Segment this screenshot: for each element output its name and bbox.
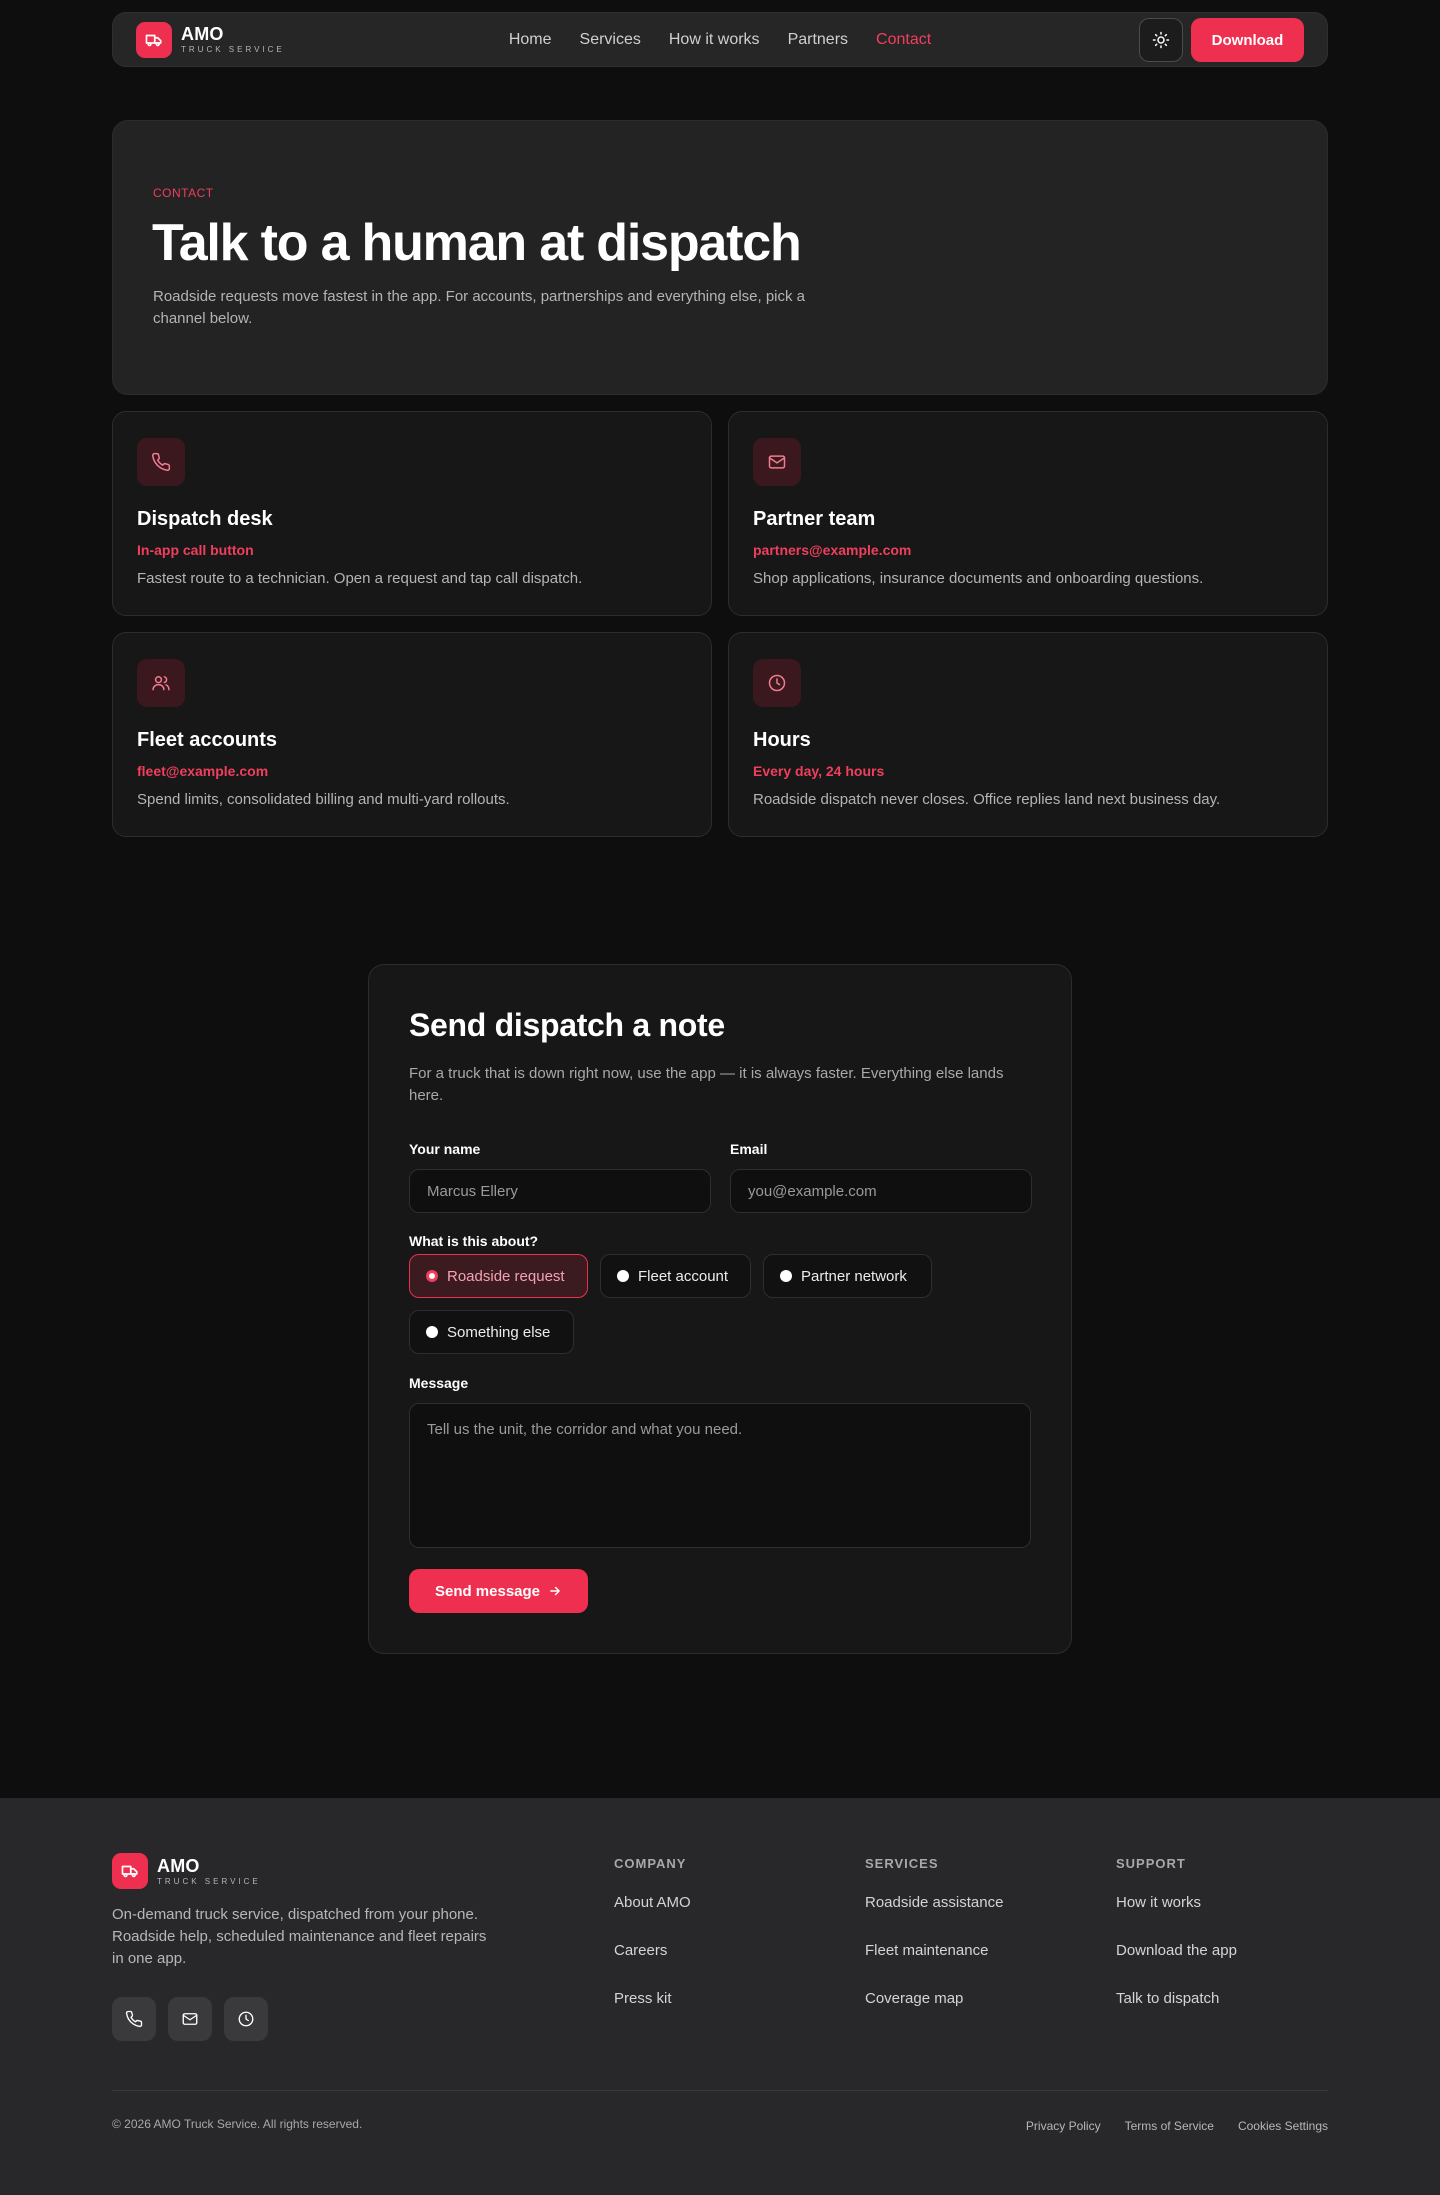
- topic-option-label: Something else: [447, 1323, 551, 1341]
- hero-eyebrow: CONTACT: [153, 186, 214, 200]
- nav-link-partners[interactable]: Partners: [788, 31, 848, 49]
- footer-clock-button[interactable]: [224, 1997, 268, 2041]
- footer-phone-button[interactable]: [112, 1997, 156, 2041]
- card-accent: In-app call button: [137, 542, 254, 558]
- hero-section: CONTACT Talk to a human at dispatch Road…: [112, 120, 1328, 395]
- channel-card-dispatch-desk: Dispatch desk In-app call button Fastest…: [112, 411, 712, 616]
- footer-link[interactable]: How it works: [1116, 1894, 1237, 1912]
- footer-column-company: COMPANY About AMO Careers Press kit: [614, 1856, 691, 2038]
- card-description: Shop applications, insurance documents a…: [753, 570, 1204, 587]
- clock-icon: [753, 659, 801, 707]
- radio-icon: [780, 1270, 792, 1282]
- footer-column-heading: SERVICES: [865, 1856, 939, 1871]
- nav-link-home[interactable]: Home: [509, 31, 552, 49]
- name-label: Your name: [409, 1141, 481, 1157]
- channel-card-partner-team: Partner team partners@example.com Shop a…: [728, 411, 1328, 616]
- users-icon: [137, 659, 185, 707]
- truck-icon: [136, 21, 172, 58]
- card-title: Dispatch desk: [137, 508, 273, 530]
- copyright: © 2026 AMO Truck Service. All rights res…: [112, 2117, 363, 2131]
- topic-option-roadside-request[interactable]: Roadside request: [409, 1254, 588, 1298]
- topic-label: What is this about?: [409, 1233, 539, 1249]
- card-description: Roadside dispatch never closes. Office r…: [753, 791, 1221, 808]
- contact-form: Send dispatch a note For a truck that is…: [368, 964, 1072, 1654]
- footer-tagline: On-demand truck service, dispatched from…: [112, 1906, 487, 1967]
- nav-link-services[interactable]: Services: [580, 31, 641, 49]
- nav-link-contact[interactable]: Contact: [876, 31, 931, 49]
- footer-link[interactable]: Careers: [614, 1942, 691, 1960]
- legal-links: Privacy Policy Terms of Service Cookies …: [1026, 2119, 1328, 2133]
- fleet-email-link[interactable]: fleet@example.com: [137, 763, 268, 779]
- card-description: Fastest route to a technician. Open a re…: [137, 570, 583, 587]
- top-navbar: AMO TRUCK SERVICE Home Services How it w…: [112, 12, 1328, 67]
- send-message-button[interactable]: Send message: [409, 1569, 588, 1613]
- partner-email-link[interactable]: partners@example.com: [753, 542, 911, 558]
- site-footer: AMO TRUCK SERVICE On-demand truck servic…: [0, 1798, 1440, 2195]
- form-intro: For a truck that is down right now, use …: [409, 1065, 1004, 1104]
- radio-icon: [426, 1326, 438, 1338]
- cookies-settings-link[interactable]: Cookies Settings: [1238, 2119, 1328, 2133]
- brand-subtitle: TRUCK SERVICE: [157, 1876, 261, 1886]
- radio-icon: [617, 1270, 629, 1282]
- footer-link[interactable]: Roadside assistance: [865, 1894, 1003, 1912]
- email-input[interactable]: you@example.com: [730, 1169, 1032, 1213]
- footer-link[interactable]: About AMO: [614, 1894, 691, 1912]
- topic-option-label: Partner network: [801, 1267, 907, 1285]
- clock-icon: [238, 2011, 254, 2027]
- footer-column-support: SUPPORT How it works Download the app Ta…: [1116, 1856, 1237, 2038]
- footer-link[interactable]: Coverage map: [865, 1990, 1003, 2008]
- theme-toggle-button[interactable]: [1139, 18, 1183, 62]
- footer-brand-logo[interactable]: AMO TRUCK SERVICE: [112, 1853, 261, 1889]
- privacy-policy-link[interactable]: Privacy Policy: [1026, 2119, 1101, 2133]
- phone-icon: [125, 2010, 143, 2028]
- footer-column-heading: SUPPORT: [1116, 1856, 1186, 1871]
- card-title: Hours: [753, 729, 811, 751]
- page-title: Talk to a human at dispatch: [152, 214, 802, 272]
- arrow-right-icon: [550, 1586, 560, 1596]
- brand-name: AMO: [181, 24, 224, 44]
- email-label: Email: [730, 1141, 768, 1157]
- brand-logo[interactable]: AMO TRUCK SERVICE: [136, 21, 285, 58]
- contact-channels: Dispatch desk In-app call button Fastest…: [112, 411, 1328, 837]
- channel-card-hours: Hours Every day, 24 hours Roadside dispa…: [728, 632, 1328, 837]
- footer-column-heading: COMPANY: [614, 1856, 687, 1871]
- name-input[interactable]: Marcus Ellery: [409, 1169, 711, 1213]
- download-button[interactable]: Download: [1191, 18, 1304, 62]
- topic-option-partner-network[interactable]: Partner network: [763, 1254, 932, 1298]
- footer-link[interactable]: Talk to dispatch: [1116, 1990, 1237, 2008]
- footer-link[interactable]: Fleet maintenance: [865, 1942, 1003, 1960]
- channel-card-fleet-accounts: Fleet accounts fleet@example.com Spend l…: [112, 632, 712, 837]
- topic-option-label: Roadside request: [447, 1267, 565, 1285]
- footer-column-services: SERVICES Roadside assistance Fleet maint…: [865, 1856, 1003, 2038]
- phone-icon: [137, 438, 185, 486]
- mail-icon: [753, 438, 801, 486]
- topic-option-something-else[interactable]: Something else: [409, 1310, 574, 1354]
- topic-option-fleet-account[interactable]: Fleet account: [600, 1254, 751, 1298]
- form-title: Send dispatch a note: [409, 1007, 725, 1043]
- card-accent: Every day, 24 hours: [753, 763, 885, 779]
- message-textarea[interactable]: Tell us the unit, the corridor and what …: [409, 1403, 1031, 1548]
- brand-subtitle: TRUCK SERVICE: [181, 45, 285, 54]
- footer-mail-button[interactable]: [168, 1997, 212, 2041]
- message-label: Message: [409, 1375, 469, 1391]
- footer-link[interactable]: Download the app: [1116, 1942, 1237, 1960]
- truck-icon: [112, 1853, 148, 1889]
- radio-selected-icon: [426, 1270, 438, 1282]
- footer-link[interactable]: Press kit: [614, 1990, 691, 2008]
- nav-link-how-it-works[interactable]: How it works: [669, 31, 760, 49]
- card-description: Spend limits, consolidated billing and m…: [137, 791, 510, 808]
- hero-subtitle: Roadside requests move fastest in the ap…: [153, 288, 806, 327]
- footer-divider: [112, 2090, 1328, 2091]
- brand-name: AMO: [157, 1855, 200, 1876]
- footer-contact-icons: [112, 1997, 268, 2041]
- mail-icon: [182, 2013, 198, 2025]
- send-message-label: Send message: [434, 1582, 541, 1600]
- terms-of-service-link[interactable]: Terms of Service: [1125, 2119, 1214, 2133]
- card-title: Partner team: [753, 508, 876, 530]
- card-title: Fleet accounts: [137, 729, 278, 751]
- sun-icon: [1152, 31, 1170, 49]
- topic-option-label: Fleet account: [638, 1267, 729, 1285]
